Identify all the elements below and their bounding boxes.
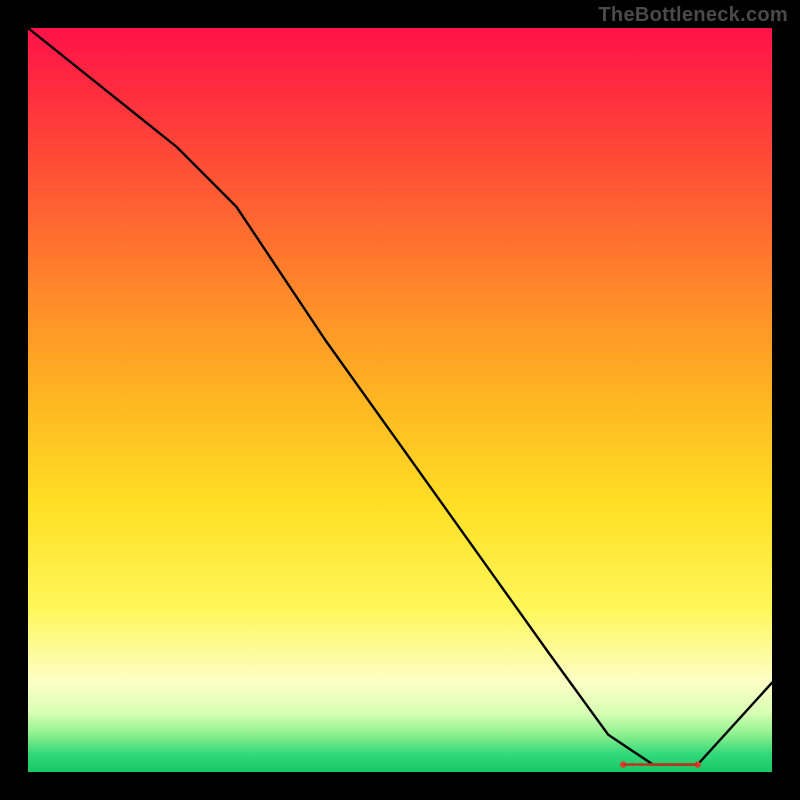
optimal-marker — [620, 761, 701, 767]
plot-area — [28, 28, 772, 772]
watermark-text: TheBottleneck.com — [598, 4, 788, 27]
chart-overlay — [28, 28, 772, 772]
chart-frame: TheBottleneck.com — [0, 0, 800, 800]
bottleneck-curve — [28, 28, 772, 765]
